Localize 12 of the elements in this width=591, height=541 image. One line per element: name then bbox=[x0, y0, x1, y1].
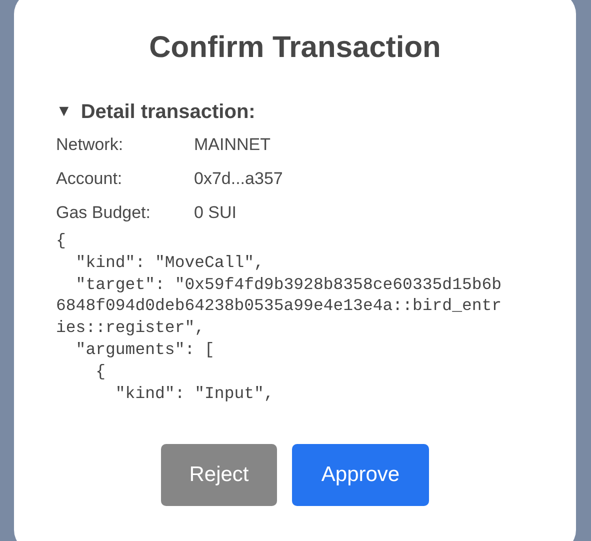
field-value: MAINNET bbox=[194, 135, 270, 155]
section-heading: Detail transaction: bbox=[80, 100, 256, 124]
approve-button[interactable]: Approve bbox=[292, 444, 429, 506]
disclosure-toggle[interactable]: ▼ bbox=[56, 103, 72, 121]
dialog-title: Confirm Transaction bbox=[148, 30, 442, 66]
field-label: Network: bbox=[56, 135, 124, 155]
field-value: 0 SUI bbox=[194, 203, 237, 223]
field-label: Account: bbox=[56, 169, 124, 189]
code-text: { "kind": "MoveCall", "target": "0x59f4fd9b3928b8358ce60335d15b6b 6848f094d0deb64238b0535a99e4e13e4a::bird_entr ies::register", "arguments": [ { "kind": "Input", bbox=[56, 230, 502, 404]
field-label: Gas Budget: bbox=[56, 203, 152, 223]
field-value: 0x7d...a357 bbox=[194, 169, 283, 189]
reject-button[interactable]: Reject bbox=[161, 444, 277, 506]
